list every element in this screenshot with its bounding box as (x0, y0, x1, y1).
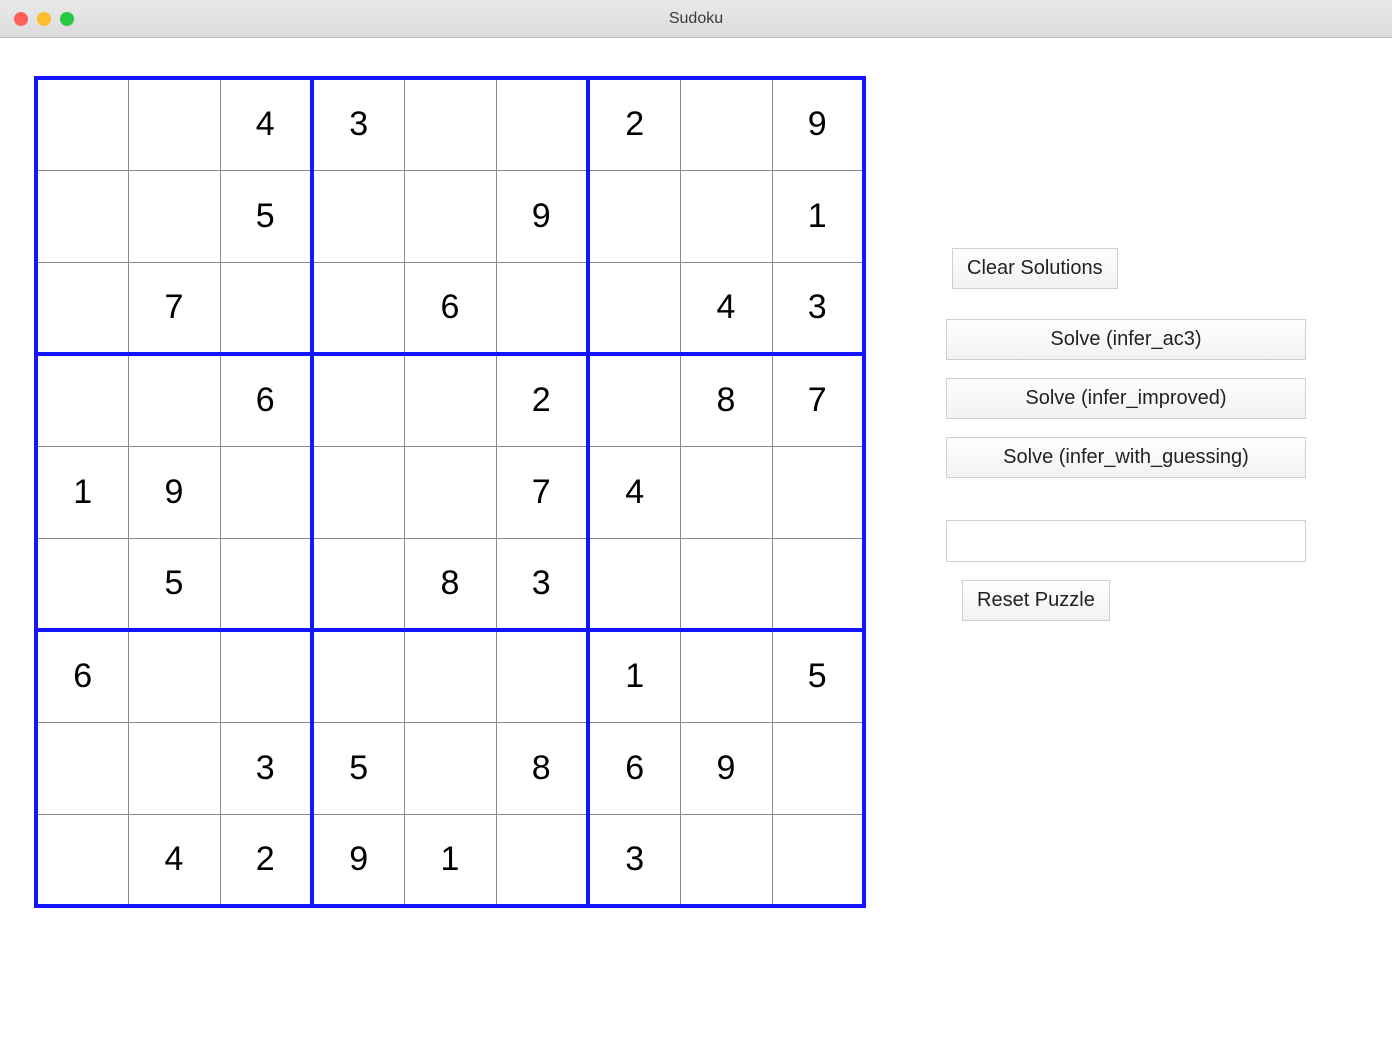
sudoku-cell[interactable] (772, 446, 864, 538)
sudoku-cell[interactable] (128, 78, 220, 170)
sudoku-cell[interactable]: 4 (588, 446, 680, 538)
sudoku-cell[interactable] (496, 630, 588, 722)
sudoku-cell[interactable] (36, 354, 128, 446)
sudoku-cell[interactable]: 9 (772, 78, 864, 170)
sudoku-cell[interactable] (220, 630, 312, 722)
sudoku-cell[interactable]: 4 (128, 814, 220, 906)
sudoku-cell[interactable]: 6 (588, 722, 680, 814)
sudoku-cell[interactable] (680, 446, 772, 538)
window-titlebar: Sudoku (0, 0, 1392, 38)
sudoku-cell[interactable] (36, 262, 128, 354)
sudoku-cell[interactable]: 7 (772, 354, 864, 446)
sudoku-cell[interactable] (772, 722, 864, 814)
sudoku-cell[interactable] (588, 538, 680, 630)
sudoku-cell[interactable] (496, 78, 588, 170)
clear-solutions-button[interactable]: Clear Solutions (952, 248, 1118, 289)
solve-guessing-button[interactable]: Solve (infer_with_guessing) (946, 437, 1306, 478)
sudoku-cell[interactable]: 4 (220, 78, 312, 170)
minimize-icon[interactable] (37, 12, 51, 26)
sudoku-cell[interactable] (128, 354, 220, 446)
sudoku-grid: 43295917643628719745836153586942913 (34, 76, 866, 908)
sudoku-cell[interactable]: 4 (680, 262, 772, 354)
sudoku-cell[interactable] (220, 538, 312, 630)
sudoku-cell[interactable]: 2 (496, 354, 588, 446)
sudoku-cell[interactable] (312, 354, 404, 446)
sudoku-cell[interactable]: 8 (496, 722, 588, 814)
sudoku-cell[interactable]: 9 (312, 814, 404, 906)
sudoku-cell[interactable] (36, 722, 128, 814)
sudoku-cell[interactable] (588, 262, 680, 354)
sudoku-cell[interactable] (496, 262, 588, 354)
sudoku-cell[interactable] (128, 630, 220, 722)
sudoku-cell[interactable]: 1 (404, 814, 496, 906)
sudoku-cell[interactable] (404, 170, 496, 262)
sudoku-cell[interactable]: 8 (404, 538, 496, 630)
sudoku-cell[interactable] (128, 722, 220, 814)
sudoku-cell[interactable]: 2 (220, 814, 312, 906)
sudoku-cell[interactable] (588, 354, 680, 446)
sudoku-cell[interactable] (680, 630, 772, 722)
sudoku-cell[interactable] (680, 538, 772, 630)
sudoku-cell[interactable] (680, 170, 772, 262)
sudoku-cell[interactable]: 3 (772, 262, 864, 354)
sudoku-cell[interactable]: 5 (312, 722, 404, 814)
sudoku-cell[interactable]: 3 (220, 722, 312, 814)
sudoku-cell[interactable]: 5 (128, 538, 220, 630)
sudoku-cell[interactable]: 5 (220, 170, 312, 262)
sudoku-cell[interactable] (680, 814, 772, 906)
sudoku-cell[interactable] (404, 354, 496, 446)
sudoku-cell[interactable]: 1 (772, 170, 864, 262)
sudoku-cell[interactable] (312, 630, 404, 722)
sudoku-cell[interactable] (312, 170, 404, 262)
window-title: Sudoku (0, 10, 1392, 28)
sudoku-cell[interactable] (220, 262, 312, 354)
sudoku-cell[interactable] (404, 78, 496, 170)
sudoku-cell[interactable]: 9 (496, 170, 588, 262)
sudoku-cell[interactable] (312, 446, 404, 538)
sudoku-cell[interactable]: 6 (220, 354, 312, 446)
sudoku-cell[interactable]: 6 (404, 262, 496, 354)
sudoku-cell[interactable] (680, 78, 772, 170)
sudoku-cell[interactable] (496, 814, 588, 906)
sudoku-cell[interactable]: 5 (772, 630, 864, 722)
sudoku-cell[interactable]: 1 (588, 630, 680, 722)
sudoku-cell[interactable]: 8 (680, 354, 772, 446)
sudoku-cell[interactable]: 9 (680, 722, 772, 814)
sudoku-cell[interactable] (36, 814, 128, 906)
sudoku-cell[interactable] (36, 170, 128, 262)
window-controls (14, 12, 74, 26)
sudoku-cell[interactable] (772, 538, 864, 630)
puzzle-input[interactable] (946, 520, 1306, 562)
sudoku-cell[interactable]: 7 (496, 446, 588, 538)
controls-panel: Clear Solutions Solve (infer_ac3) Solve … (866, 38, 1306, 908)
sudoku-cell[interactable] (128, 170, 220, 262)
zoom-icon[interactable] (60, 12, 74, 26)
sudoku-cell[interactable]: 2 (588, 78, 680, 170)
solve-ac3-button[interactable]: Solve (infer_ac3) (946, 319, 1306, 360)
sudoku-cell[interactable]: 6 (36, 630, 128, 722)
sudoku-cell[interactable] (404, 630, 496, 722)
sudoku-cell[interactable]: 1 (36, 446, 128, 538)
sudoku-cell[interactable] (312, 262, 404, 354)
sudoku-cell[interactable]: 9 (128, 446, 220, 538)
sudoku-cell[interactable] (588, 170, 680, 262)
sudoku-cell[interactable] (404, 446, 496, 538)
close-icon[interactable] (14, 12, 28, 26)
sudoku-cell[interactable]: 3 (312, 78, 404, 170)
solve-improved-button[interactable]: Solve (infer_improved) (946, 378, 1306, 419)
sudoku-cell[interactable]: 7 (128, 262, 220, 354)
sudoku-cell[interactable] (220, 446, 312, 538)
sudoku-cell[interactable] (772, 814, 864, 906)
reset-puzzle-button[interactable]: Reset Puzzle (962, 580, 1110, 621)
sudoku-cell[interactable] (312, 538, 404, 630)
sudoku-cell[interactable] (36, 78, 128, 170)
sudoku-cell[interactable] (36, 538, 128, 630)
sudoku-cell[interactable]: 3 (496, 538, 588, 630)
sudoku-cell[interactable]: 3 (588, 814, 680, 906)
sudoku-cell[interactable] (404, 722, 496, 814)
